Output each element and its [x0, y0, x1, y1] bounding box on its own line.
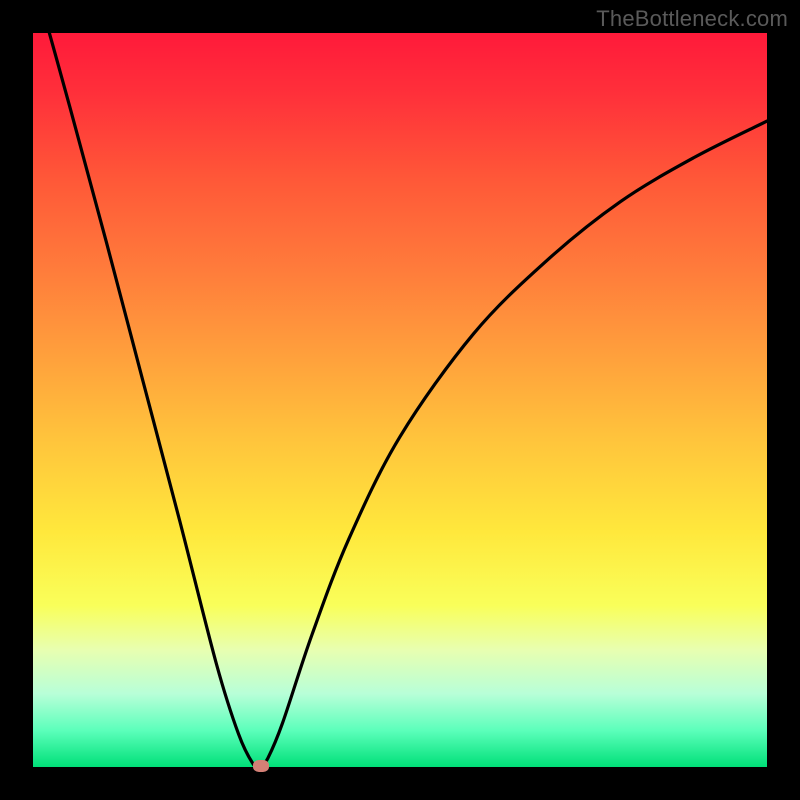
- chart-plot-area: [33, 33, 767, 767]
- curve-minimum-marker: [253, 760, 269, 772]
- bottleneck-curve: [33, 33, 767, 767]
- watermark-text: TheBottleneck.com: [596, 6, 788, 32]
